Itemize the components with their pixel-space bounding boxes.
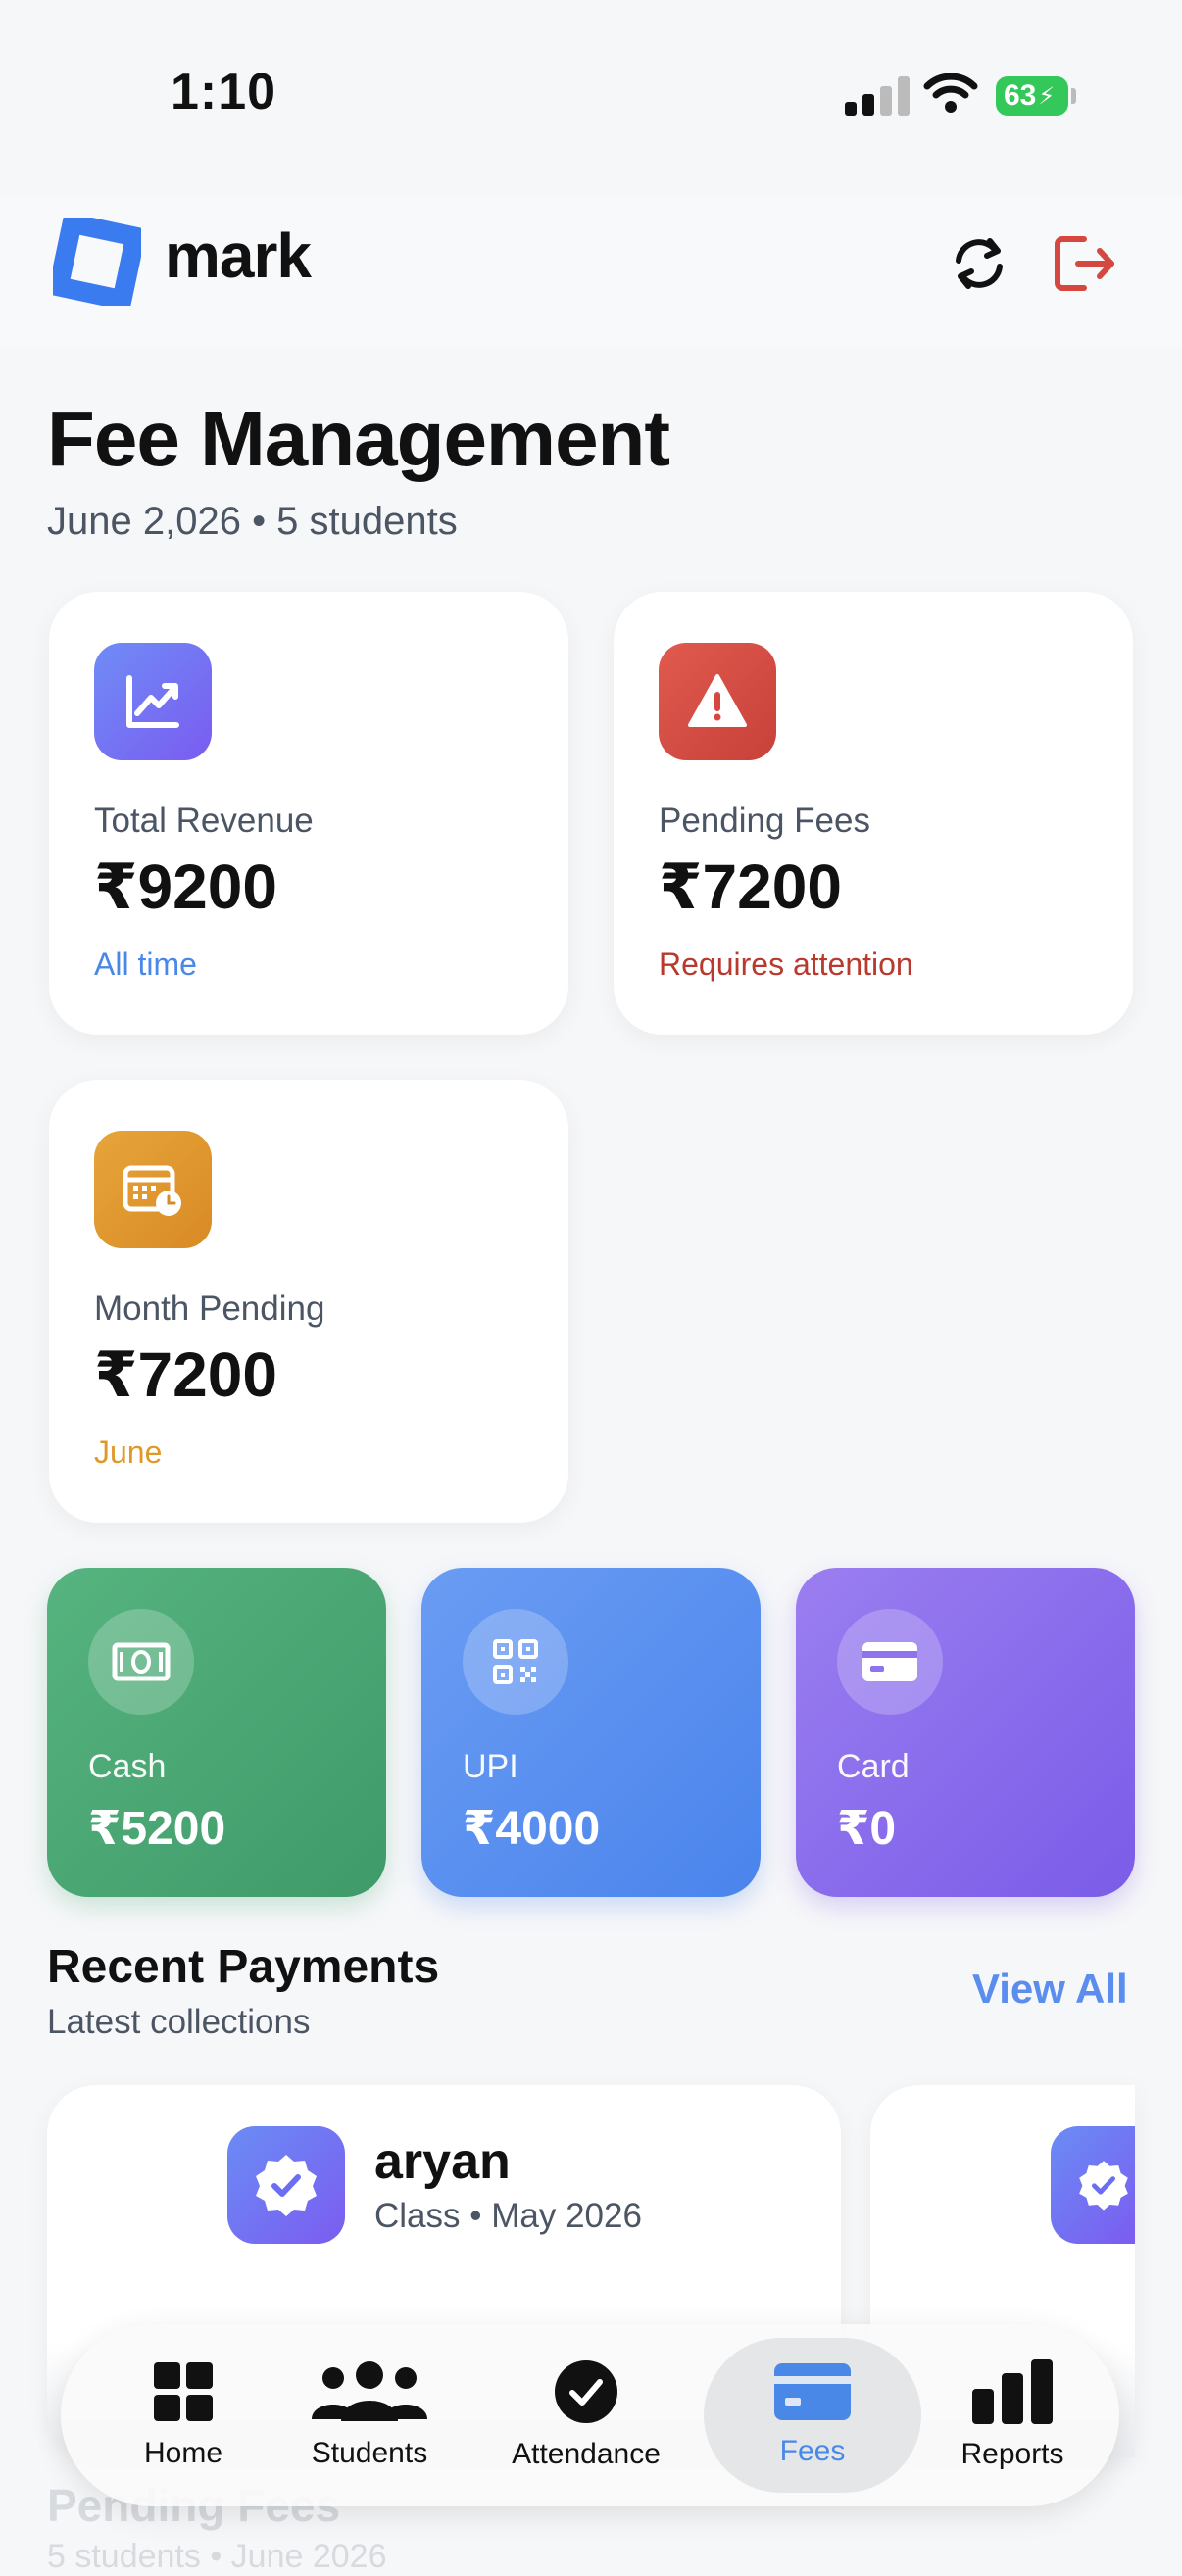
- view-all-link[interactable]: View All: [972, 1966, 1128, 2013]
- payment-value: ₹5200: [88, 1803, 226, 1855]
- logout-icon[interactable]: [1051, 231, 1119, 296]
- stat-note: June: [94, 1434, 163, 1470]
- banknote-icon: [88, 1609, 194, 1715]
- status-bar: 1:10 63 ⚡: [0, 0, 1182, 196]
- payment-label: Card: [837, 1748, 910, 1785]
- page-subtitle: June 2,026 • 5 students: [47, 500, 458, 543]
- payment-label: Cash: [88, 1748, 167, 1785]
- recent-payments-subtitle: Latest collections: [47, 2003, 311, 2041]
- verified-badge-icon: [227, 2126, 345, 2244]
- stat-label: Month Pending: [94, 1289, 325, 1328]
- battery-indicator: 63 ⚡: [996, 76, 1076, 116]
- bottom-tab-bar: Home Students Attendance Fees Reports: [61, 2324, 1119, 2506]
- payment-label: UPI: [463, 1748, 518, 1785]
- calendar-clock-icon: [94, 1131, 212, 1248]
- stat-label: Pending Fees: [659, 802, 870, 840]
- tab-fees[interactable]: Fees: [704, 2324, 921, 2506]
- stat-value: ₹7200: [659, 851, 842, 922]
- bar-chart-icon: [972, 2359, 1053, 2424]
- payment-value: ₹0: [837, 1803, 897, 1855]
- tab-reports[interactable]: Reports: [939, 2324, 1086, 2506]
- stat-note: All time: [94, 947, 197, 982]
- tab-students[interactable]: Students: [296, 2324, 443, 2506]
- stat-note: Requires attention: [659, 947, 913, 982]
- payment-student-name: aryan: [374, 2133, 511, 2190]
- wifi-icon: [923, 73, 978, 113]
- status-time: 1:10: [171, 64, 277, 121]
- check-circle-icon: [555, 2360, 617, 2423]
- upi-card[interactable]: UPI ₹4000: [421, 1568, 761, 1897]
- grid-icon: [154, 2362, 213, 2421]
- verified-badge-icon: [1051, 2126, 1135, 2244]
- payment-value: ₹4000: [463, 1803, 601, 1855]
- tab-label: Students: [311, 2437, 428, 2469]
- cash-card[interactable]: Cash ₹5200: [47, 1568, 386, 1897]
- tab-home[interactable]: Home: [120, 2324, 247, 2506]
- tab-label: Attendance: [512, 2438, 661, 2470]
- pending-fees-card[interactable]: Pending Fees ₹7200 Requires attention: [614, 592, 1133, 1035]
- qr-code-icon: [463, 1609, 568, 1715]
- card-payment-card[interactable]: Card ₹0: [796, 1568, 1135, 1897]
- tab-label: Fees: [779, 2435, 846, 2467]
- month-pending-card[interactable]: Month Pending ₹7200 June: [49, 1080, 568, 1523]
- stat-value: ₹7200: [94, 1339, 277, 1410]
- people-icon: [312, 2361, 427, 2421]
- tab-label: Reports: [960, 2438, 1064, 2470]
- tab-attendance[interactable]: Attendance: [498, 2324, 674, 2506]
- payment-meta: Class • May 2026: [374, 2197, 642, 2235]
- stat-value: ₹9200: [94, 851, 277, 922]
- brand-name: mark: [165, 220, 312, 291]
- charging-bolt-icon: ⚡: [1038, 82, 1056, 110]
- trending-up-icon: [94, 643, 212, 760]
- total-revenue-card[interactable]: Total Revenue ₹9200 All time: [49, 592, 568, 1035]
- battery-level: 63: [1004, 79, 1037, 112]
- tab-label: Home: [143, 2437, 223, 2469]
- stat-label: Total Revenue: [94, 802, 314, 840]
- credit-card-icon: [774, 2363, 851, 2420]
- page-title: Fee Management: [47, 395, 670, 482]
- logo-icon: [53, 218, 141, 306]
- credit-card-icon: [837, 1609, 943, 1715]
- refresh-icon[interactable]: [947, 231, 1011, 296]
- recent-payments-title: Recent Payments: [47, 1941, 440, 1993]
- warning-icon: [659, 643, 776, 760]
- cellular-signal-icon: [845, 76, 910, 116]
- pending-fees-section-subtitle: 5 students • June 2026: [47, 2538, 387, 2575]
